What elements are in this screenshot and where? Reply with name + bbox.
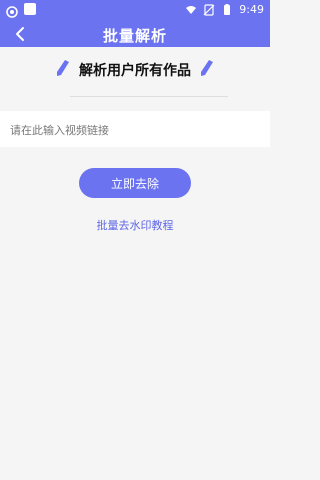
- tutorial-link[interactable]: 批量去水印教程: [0, 217, 270, 233]
- video-link-input[interactable]: [8, 119, 264, 141]
- app-icon: [6, 3, 18, 18]
- status-bar: 9:49: [0, 0, 270, 20]
- remove-watermark-button[interactable]: 立即去除: [79, 168, 191, 198]
- link-input-row: [0, 111, 270, 147]
- no-sim-icon: [203, 3, 215, 16]
- page-title: 批量解析: [102, 27, 167, 45]
- section-title: 解析用户所有作品: [79, 63, 191, 79]
- remove-watermark-label: 立即去除: [110, 176, 159, 191]
- status-time: 9:49: [239, 3, 264, 16]
- status-right: 9:49: [185, 3, 264, 16]
- status-left: [6, 3, 36, 18]
- section-divider: [70, 96, 228, 97]
- pencil-icon: [200, 59, 214, 77]
- square-icon: [24, 3, 36, 15]
- wifi-icon: [185, 4, 197, 16]
- battery-icon: [221, 3, 233, 16]
- section-title-bar: 解析用户所有作品: [0, 55, 270, 100]
- app-header: 批量解析: [0, 20, 270, 47]
